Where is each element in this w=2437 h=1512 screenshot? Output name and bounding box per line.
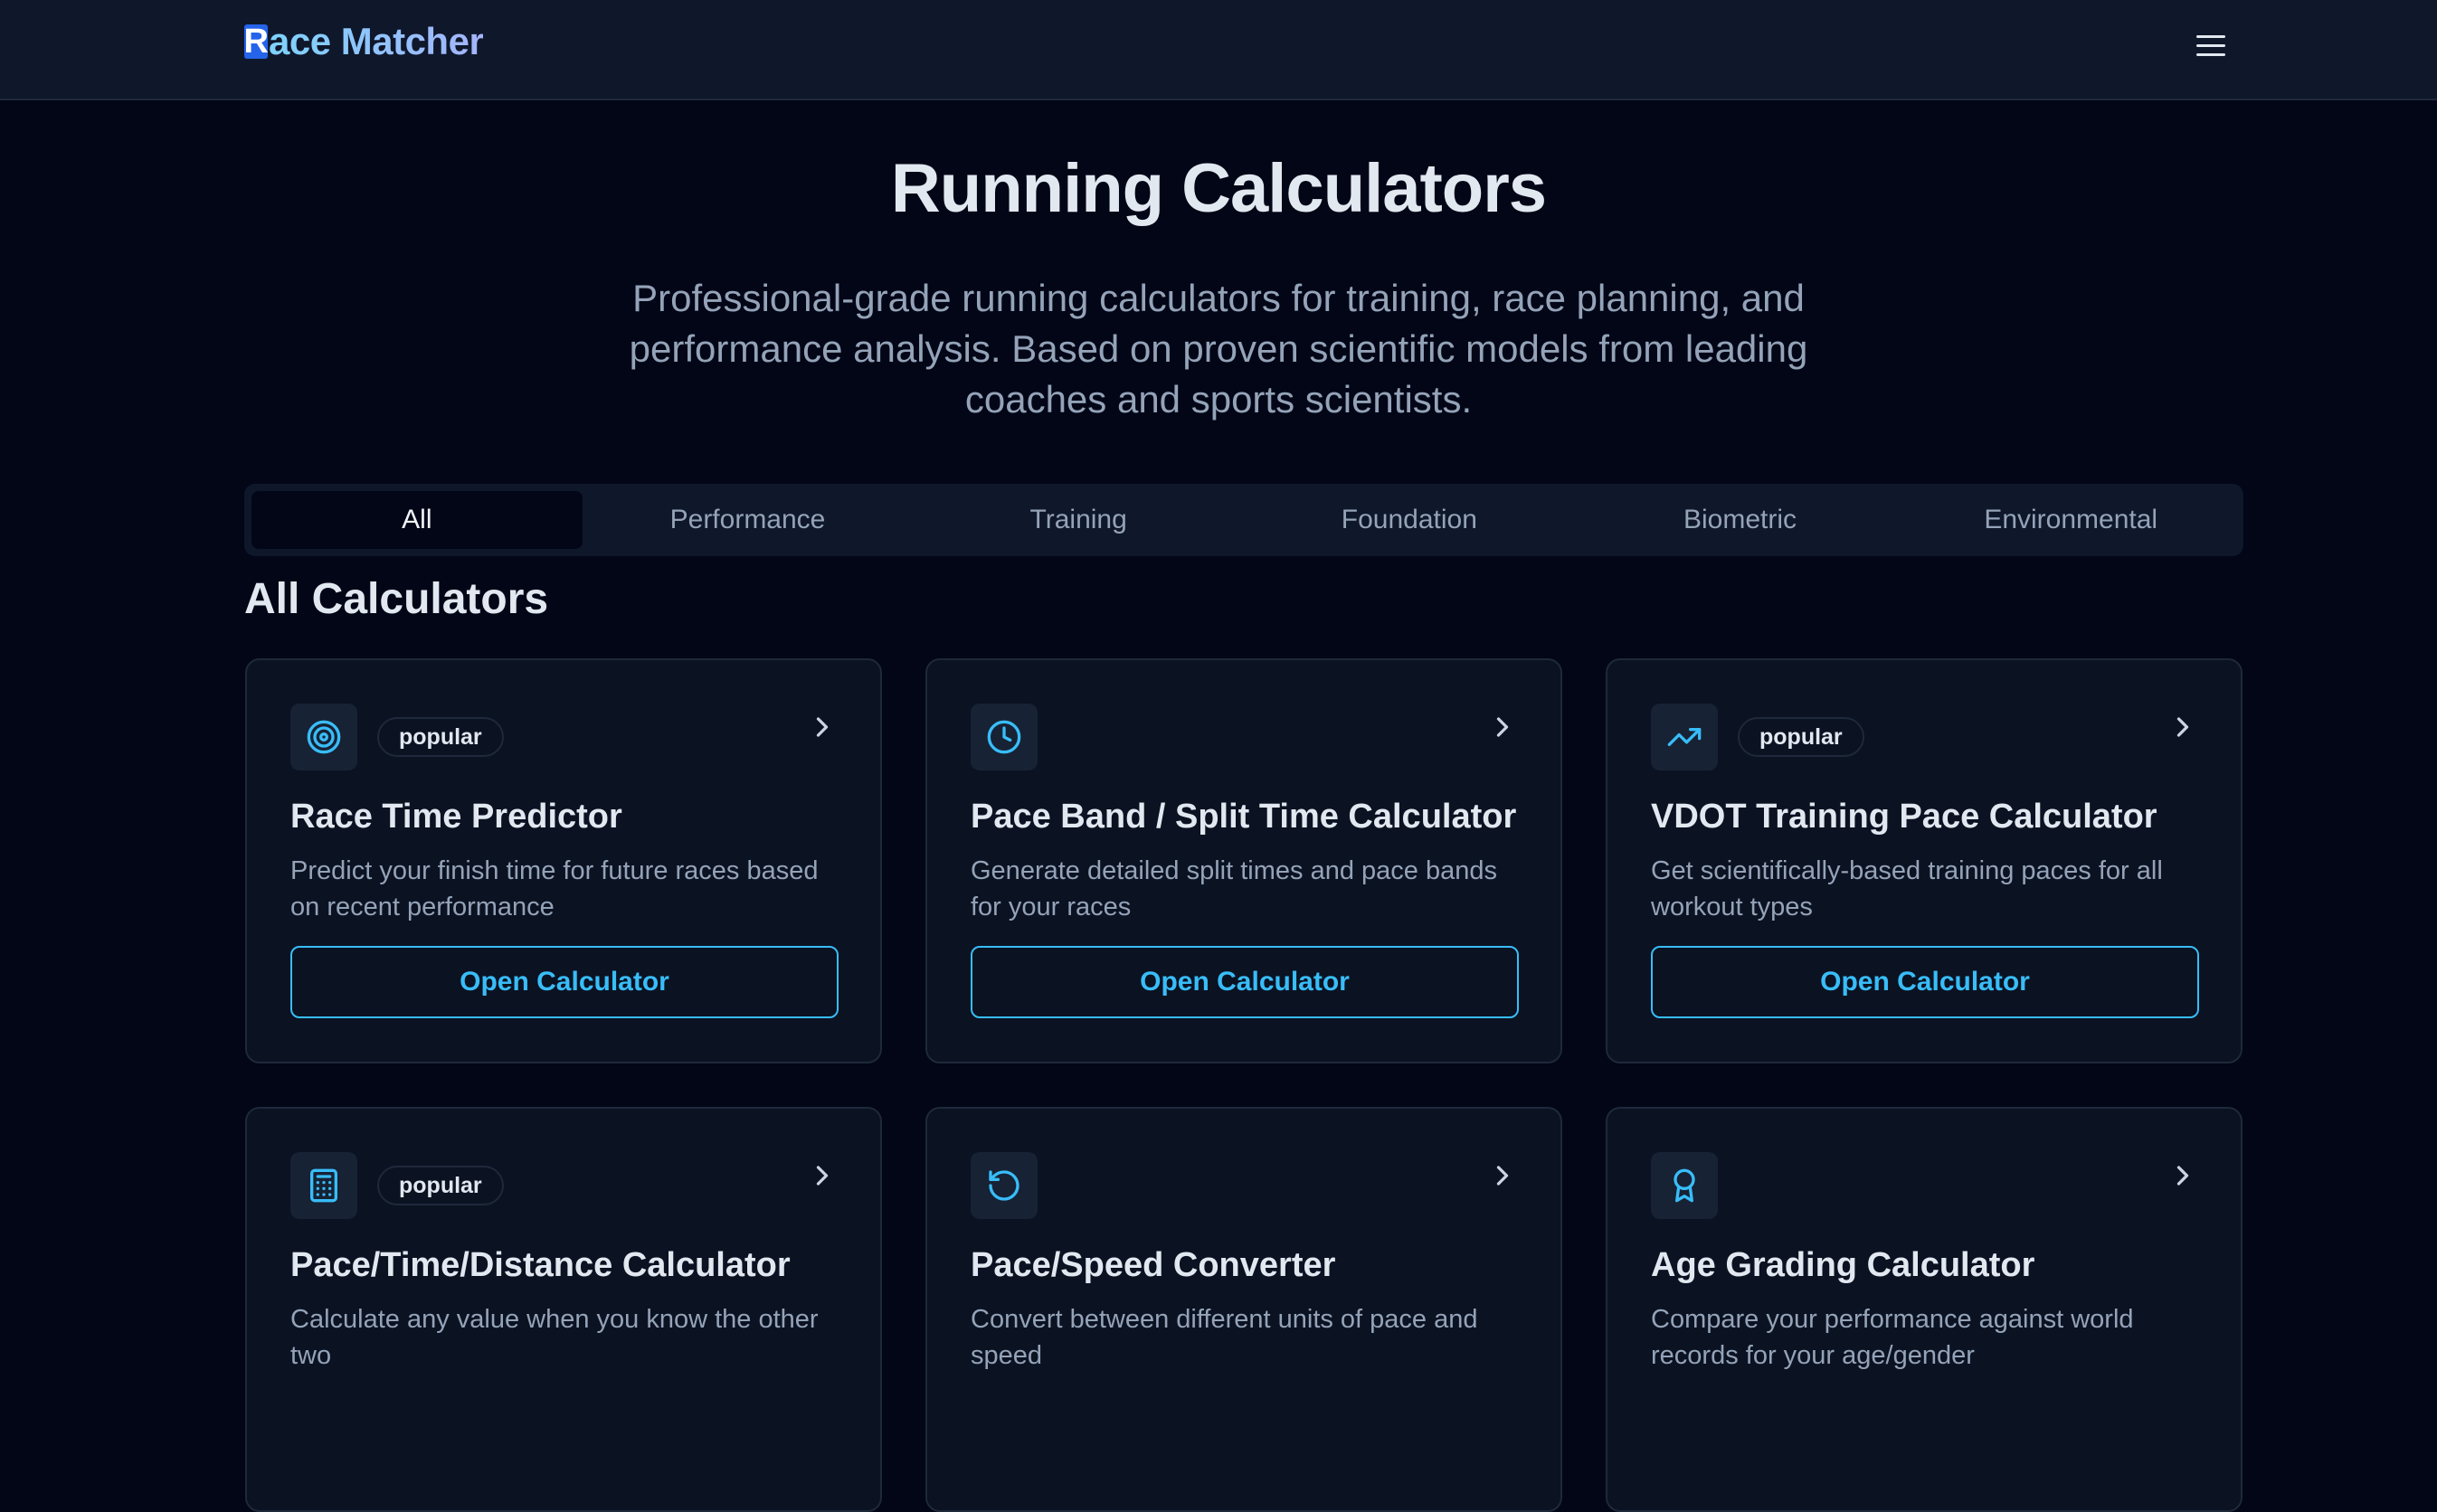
calculator-card-pace-speed-converter[interactable]: Pace/Speed Converter Convert between dif… (925, 1107, 1562, 1512)
open-calculator-button[interactable]: Open Calculator (290, 946, 839, 1018)
chevron-right-icon[interactable] (1492, 711, 1513, 743)
tab-performance[interactable]: Performance (583, 491, 914, 549)
logo-mark: R (243, 23, 269, 61)
card-title: Race Time Predictor (290, 798, 622, 836)
card-description: Get scientifically-based training paces … (1651, 856, 2163, 921)
trending-up-icon (1651, 704, 1718, 770)
popular-badge: popular (377, 717, 504, 757)
card-title: Pace Band / Split Time Calculator (971, 798, 1517, 836)
open-calculator-button[interactable]: Open Calculator (971, 946, 1519, 1018)
card-title: Pace/Time/Distance Calculator (290, 1246, 791, 1284)
tab-environmental[interactable]: Environmental (1905, 491, 2236, 549)
tab-all[interactable]: All (251, 491, 583, 549)
clock-icon (971, 704, 1038, 770)
card-description: Calculate any value when you know the ot… (290, 1305, 819, 1370)
card-description: Compare your performance against world r… (1651, 1305, 2134, 1370)
tab-training[interactable]: Training (913, 491, 1244, 549)
section-title: All Calculators (244, 575, 549, 623)
app-logo[interactable]: R ace Matcher (243, 20, 484, 63)
calculator-card-pace-time-distance[interactable]: popular Pace/Time/Distance Calculator Ca… (245, 1107, 882, 1512)
card-title: Age Grading Calculator (1651, 1246, 2035, 1284)
calculator-card-vdot[interactable]: popular VDOT Training Pace Calculator Ge… (1606, 658, 2243, 1063)
logo-text: ace Matcher (269, 20, 484, 62)
chevron-right-icon[interactable] (1492, 1159, 1513, 1192)
hamburger-menu-icon[interactable] (2193, 29, 2229, 61)
calculator-card-race-time-predictor[interactable]: popular Race Time Predictor Predict your… (245, 658, 882, 1063)
calculator-icon (290, 1152, 357, 1219)
rotate-icon (971, 1152, 1038, 1219)
card-description: Generate detailed split times and pace b… (971, 856, 1497, 921)
page-title: Running Calculators (890, 150, 1547, 227)
target-icon (290, 704, 357, 770)
chevron-right-icon[interactable] (811, 1159, 833, 1192)
card-description: Predict your finish time for future race… (290, 856, 819, 921)
tab-biometric[interactable]: Biometric (1575, 491, 1906, 549)
category-tabs: All Performance Training Foundation Biom… (244, 484, 2243, 556)
top-nav-bar: R ace Matcher (0, 0, 2437, 100)
award-icon (1651, 1152, 1718, 1219)
calculator-card-pace-band[interactable]: Pace Band / Split Time Calculator Genera… (925, 658, 1562, 1063)
calculator-card-age-grading[interactable]: Age Grading Calculator Compare your perf… (1606, 1107, 2243, 1512)
page-subtitle: Professional-grade running calculators f… (629, 277, 1808, 421)
chevron-right-icon[interactable] (811, 711, 833, 743)
tab-foundation[interactable]: Foundation (1244, 491, 1575, 549)
chevron-right-icon[interactable] (2172, 711, 2194, 743)
popular-badge: popular (1738, 717, 1864, 757)
chevron-right-icon[interactable] (2172, 1159, 2194, 1192)
card-description: Convert between different units of pace … (971, 1305, 1478, 1370)
card-title: Pace/Speed Converter (971, 1246, 1336, 1284)
open-calculator-button[interactable]: Open Calculator (1651, 946, 2199, 1018)
popular-badge: popular (377, 1166, 504, 1205)
card-title: VDOT Training Pace Calculator (1651, 798, 2157, 836)
